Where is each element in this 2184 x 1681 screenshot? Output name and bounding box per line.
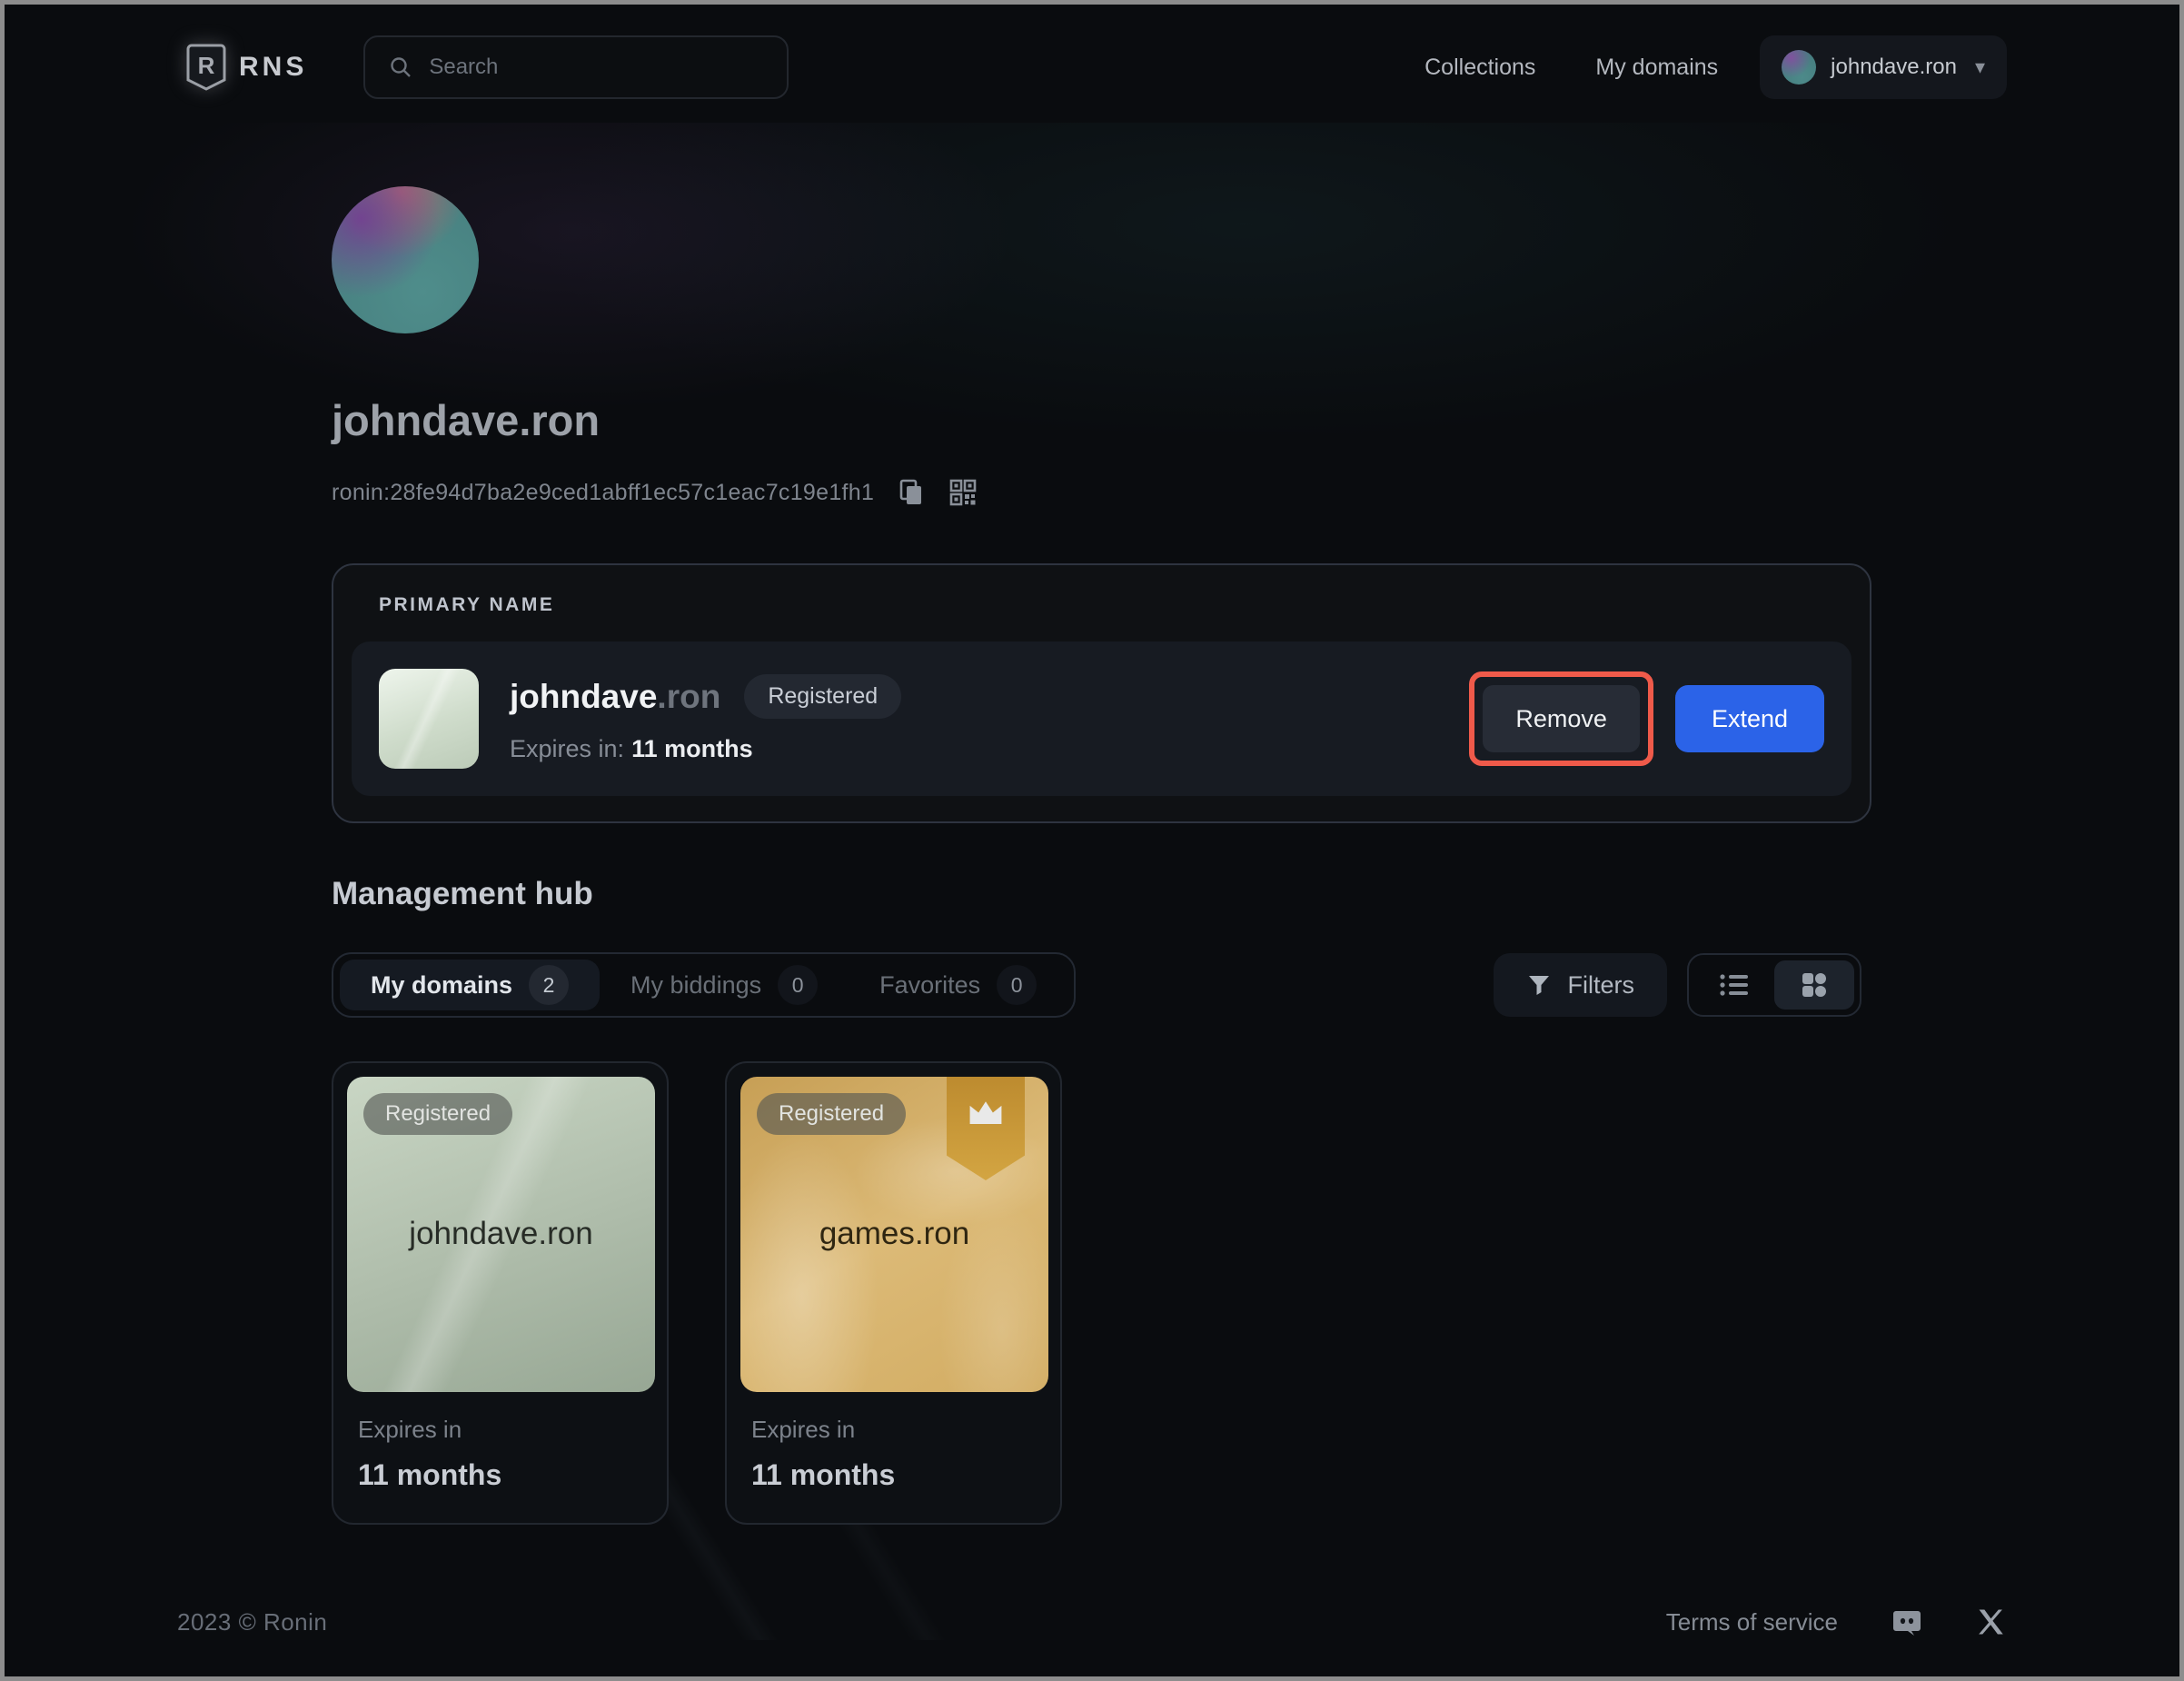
logo-text: RNS [239, 52, 307, 83]
discord-icon [1891, 1606, 1923, 1638]
crown-icon [966, 1097, 1006, 1180]
grid-view-button[interactable] [1774, 960, 1854, 1010]
primary-domain-name: johndave.ron [510, 678, 720, 716]
wallet-address: ronin:28fe94d7ba2e9ced1abff1ec57c1eac7c1… [332, 480, 874, 506]
qr-code-button[interactable] [948, 478, 978, 507]
account-name: johndave.ron [1831, 55, 1957, 80]
svg-text:R: R [198, 52, 215, 79]
primary-name-section: PRIMARY NAME johndave.ron Registered Exp… [332, 563, 1871, 823]
registered-badge: Registered [363, 1093, 512, 1135]
filter-funnel-icon [1526, 972, 1552, 998]
footer: 2023 © Ronin Terms of service [177, 1595, 2007, 1649]
primary-name-label: PRIMARY NAME [352, 594, 1851, 616]
registered-badge: Registered [757, 1093, 906, 1135]
domain-card-johndave[interactable]: Registered johndave.ron Expires in 11 mo… [332, 1061, 669, 1525]
domain-card-games[interactable]: Registered games.ron Expires in 11 month… [725, 1061, 1062, 1525]
primary-expiry-value: 11 months [631, 735, 753, 762]
tab-my-domains[interactable]: My domains 2 [340, 960, 600, 1010]
discord-link[interactable] [1891, 1606, 1923, 1638]
list-view-button[interactable] [1694, 960, 1774, 1010]
chevron-down-icon: ▾ [1975, 55, 1985, 79]
x-twitter-link[interactable] [1976, 1606, 2007, 1637]
domain-tile: Registered johndave.ron [347, 1077, 655, 1392]
hub-tabbar: My domains 2 My biddings 0 Favorites 0 [332, 952, 1076, 1018]
domain-card-meta: Expires in 11 months [740, 1392, 1047, 1492]
nav-links: Collections My domains [1425, 55, 1718, 81]
qr-code-icon [948, 478, 978, 507]
expires-value: 11 months [751, 1458, 1036, 1492]
profile-avatar [332, 186, 479, 333]
app-window: R RNS Collections My domains johndave.ro… [0, 0, 2184, 1681]
extend-button[interactable]: Extend [1675, 685, 1824, 752]
view-toggle [1687, 953, 1861, 1017]
copy-icon [898, 478, 925, 507]
search-input[interactable] [429, 55, 763, 80]
primary-domain-thumbnail [379, 669, 479, 769]
domain-card-meta: Expires in 11 months [347, 1392, 653, 1492]
top-navbar: R RNS Collections My domains johndave.ro… [5, 5, 2179, 130]
footer-links: Terms of service [1666, 1606, 2007, 1638]
remove-annotation-box: Remove [1469, 671, 1653, 766]
expires-value: 11 months [358, 1458, 642, 1492]
management-hub-title: Management hub [332, 876, 1861, 912]
primary-name-row: johndave.ron Registered Expires in:11 mo… [352, 642, 1851, 796]
expires-label: Expires in [358, 1416, 642, 1444]
wallet-address-row: ronin:28fe94d7ba2e9ced1abff1ec57c1eac7c1… [332, 478, 1861, 507]
nav-my-domains[interactable]: My domains [1595, 55, 1718, 81]
tab-my-biddings[interactable]: My biddings 0 [600, 960, 849, 1010]
tab-my-domains-count: 2 [529, 965, 569, 1005]
premium-crown-badge [947, 1077, 1025, 1180]
primary-expiry: Expires in:11 months [510, 735, 901, 763]
tab-favorites-count: 0 [997, 965, 1037, 1005]
primary-actions: Remove Extend [1469, 671, 1824, 766]
expires-label: Expires in [751, 1416, 1036, 1444]
profile-title: johndave.ron [332, 395, 1861, 445]
filters-button[interactable]: Filters [1494, 953, 1668, 1017]
account-menu[interactable]: johndave.ron ▾ [1760, 35, 2007, 99]
hub-right-controls: Filters [1494, 953, 1862, 1017]
copy-address-button[interactable] [898, 478, 925, 507]
terms-of-service-link[interactable]: Terms of service [1666, 1608, 1838, 1636]
domain-tile-name: johndave.ron [347, 1216, 655, 1252]
grid-view-icon [1801, 971, 1828, 999]
copyright-text: 2023 © Ronin [177, 1608, 327, 1636]
nav-collections[interactable]: Collections [1425, 55, 1535, 81]
domain-tile: Registered games.ron [740, 1077, 1048, 1392]
rns-logo[interactable]: R RNS [186, 44, 307, 91]
main-content: johndave.ron ronin:28fe94d7ba2e9ced1abff… [5, 186, 2179, 1525]
hub-controls: My domains 2 My biddings 0 Favorites 0 [332, 952, 1861, 1018]
domain-tile-name: games.ron [740, 1216, 1048, 1252]
primary-domain-tld: .ron [657, 678, 720, 715]
tab-favorites[interactable]: Favorites 0 [849, 960, 1067, 1010]
rns-shield-icon: R [186, 44, 226, 91]
remove-button[interactable]: Remove [1483, 685, 1640, 752]
primary-domain-info: johndave.ron Registered Expires in:11 mo… [510, 674, 901, 763]
tab-my-biddings-count: 0 [778, 965, 818, 1005]
search-bar[interactable] [363, 35, 789, 99]
registered-badge: Registered [744, 674, 901, 719]
account-avatar [1782, 50, 1816, 85]
domain-card-grid: Registered johndave.ron Expires in 11 mo… [332, 1061, 1861, 1525]
x-twitter-icon [1976, 1606, 2007, 1637]
list-view-icon [1719, 972, 1750, 998]
search-icon [389, 55, 412, 79]
